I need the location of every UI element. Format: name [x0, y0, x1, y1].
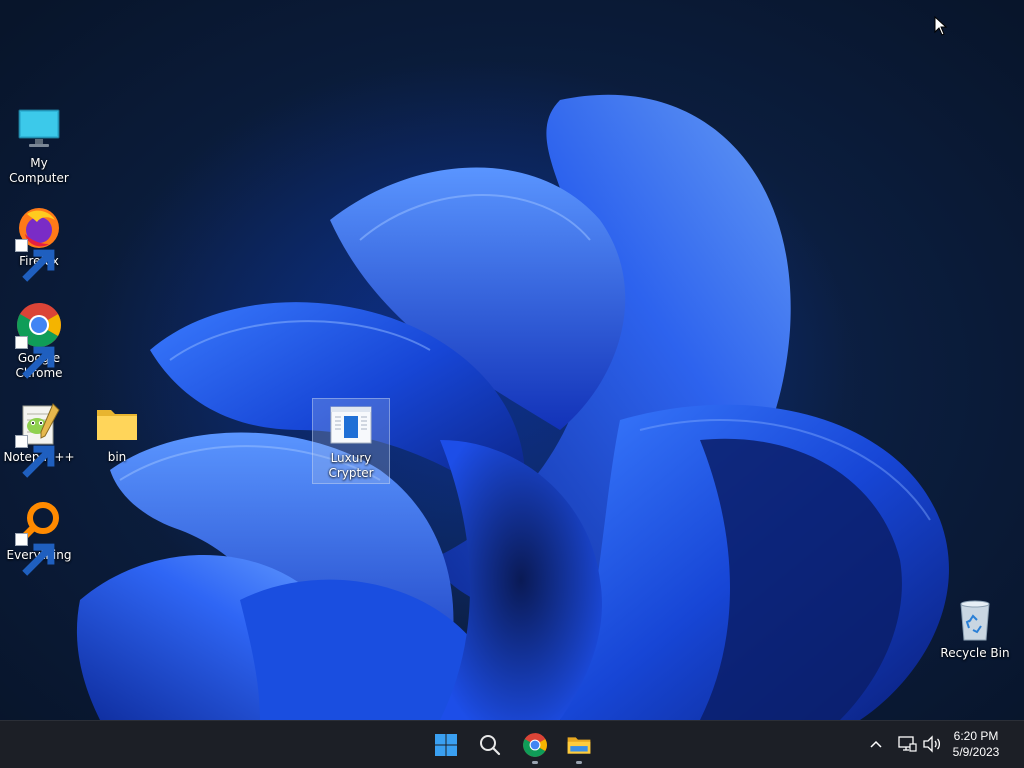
- show-hidden-icons-button[interactable]: [865, 733, 887, 755]
- search-icon: [480, 735, 501, 756]
- shortcut-arrow-icon: [15, 435, 55, 478]
- desktop-icon-label: My Computer: [9, 156, 69, 185]
- running-indicator: [532, 761, 538, 764]
- everything-icon: [15, 498, 63, 576]
- chrome-icon: [523, 733, 547, 757]
- recycle-bin-icon: [951, 596, 999, 644]
- folder-icon: [93, 400, 141, 448]
- volume-button[interactable]: [921, 733, 943, 755]
- chrome-icon: [15, 301, 63, 379]
- desktop-icon-notepadpp[interactable]: Notepad++: [0, 400, 78, 478]
- shortcut-arrow-icon: [15, 239, 55, 282]
- chrome-taskbar-button[interactable]: [515, 725, 555, 765]
- running-indicator: [576, 761, 582, 764]
- monitor-icon: [15, 106, 63, 154]
- clock-time: 6:20 PM: [953, 729, 999, 743]
- network-button[interactable]: [896, 733, 918, 755]
- mouse-cursor-icon: [934, 15, 948, 36]
- file-explorer-icon: [567, 737, 591, 754]
- clock-date: 5/9/2023: [952, 745, 1000, 759]
- shortcut-arrow-icon: [15, 533, 55, 576]
- start-button[interactable]: [426, 725, 466, 765]
- desktop-icon-luxury-crypter[interactable]: Luxury Crypter: [312, 398, 390, 484]
- desktop-icon-label: Luxury Crypter: [328, 451, 374, 480]
- desktop-icon-label: bin: [107, 450, 127, 464]
- notepadpp-icon: [15, 400, 63, 478]
- shortcut-arrow-icon: [15, 336, 55, 379]
- search-button[interactable]: [470, 725, 510, 765]
- desktop-icon-recycle-bin[interactable]: Recycle Bin: [936, 596, 1014, 661]
- application-icon: [327, 401, 375, 449]
- desktop-icon-my-computer[interactable]: My Computer: [0, 106, 78, 186]
- taskbar: 6:20 PM 5/9/2023: [0, 720, 1024, 768]
- file-explorer-taskbar-button[interactable]: [559, 725, 599, 765]
- windows-logo-icon: [435, 734, 457, 756]
- desktop-wallpaper: [0, 0, 1024, 720]
- desktop-icon-google-chrome[interactable]: Google Chrome: [0, 301, 78, 381]
- desktop-icon-everything[interactable]: Everything: [0, 498, 78, 576]
- firefox-icon: [15, 204, 63, 282]
- clock[interactable]: 6:20 PM 5/9/2023: [946, 728, 1006, 760]
- chevron-up-icon: [870, 740, 882, 748]
- desktop-icon-firefox[interactable]: Firefox: [0, 204, 78, 282]
- desktop-icon-label: Recycle Bin: [940, 646, 1010, 660]
- network-icon: [898, 736, 917, 752]
- desktop-icon-bin-folder[interactable]: bin: [78, 400, 156, 465]
- volume-icon: [923, 735, 941, 753]
